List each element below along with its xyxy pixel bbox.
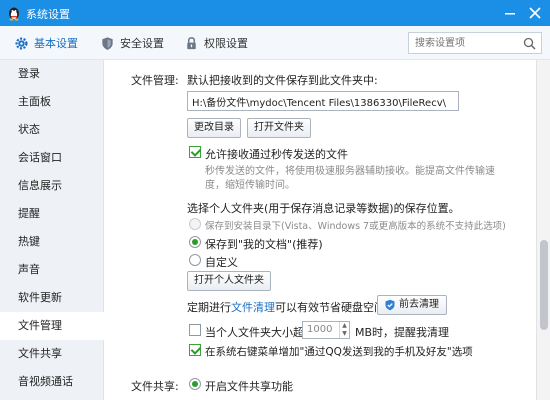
tab-label: 权限设置 xyxy=(204,37,248,50)
save-to-my-documents-label: 保存到"我的文档"(推荐) xyxy=(205,238,323,251)
open-folder-button[interactable]: 打开文件夹 xyxy=(247,118,311,138)
size-limit-value: 1000 xyxy=(307,324,333,335)
personal-folder-description: 选择个人文件夹(用于保存消息记录等数据)的保存位置。 xyxy=(187,202,460,215)
search-icon[interactable] xyxy=(523,37,536,50)
instant-transfer-note-line-2: 度，缩短传输时间。 xyxy=(205,180,295,191)
allow-instant-transfer-label: 允许接收通过秒传发送的文件 xyxy=(205,148,348,161)
size-limit-suffix: MB时，提醒我清理 xyxy=(355,326,450,339)
stepper-arrows-icon[interactable]: ▲ ▼ xyxy=(339,322,349,338)
content-scrollbar[interactable] xyxy=(536,60,550,400)
sidebar-item-chat-window[interactable]: 会话窗口 xyxy=(0,144,104,172)
sidebar-item-av-calls[interactable]: 音视频通话 xyxy=(0,368,104,396)
tab-basic-settings[interactable]: 基本设置 xyxy=(14,34,78,52)
change-directory-button[interactable]: 更改目录 xyxy=(187,118,241,138)
settings-content: 文件管理: 默认把接收到的文件保存到此文件夹中: 更改目录 打开文件夹 允许接收… xyxy=(105,60,536,400)
qq-penguin-icon xyxy=(9,7,19,21)
allow-instant-transfer-checkbox[interactable] xyxy=(189,146,201,158)
lock-icon xyxy=(187,36,196,49)
shield-check-icon xyxy=(385,299,395,311)
file-cleanup-link[interactable]: 文件清理 xyxy=(231,301,275,314)
window-title: 系统设置 xyxy=(26,8,70,21)
sidebar-item-status[interactable]: 状态 xyxy=(0,116,104,144)
save-to-my-documents-radio[interactable] xyxy=(189,236,201,248)
file-sharing-section-label: 文件共享: xyxy=(131,380,179,393)
search-input[interactable] xyxy=(415,36,515,50)
save-to-install-dir-radio[interactable] xyxy=(189,218,201,230)
go-cleanup-label: 前去清理 xyxy=(399,299,439,310)
custom-location-radio[interactable] xyxy=(189,254,201,266)
enable-file-sharing-radio[interactable] xyxy=(189,378,201,390)
sidebar-item-info-display[interactable]: 信息展示 xyxy=(0,172,104,200)
sidebar-item-sound[interactable]: 声音 xyxy=(0,256,104,284)
open-personal-folder-button[interactable]: 打开个人文件夹 xyxy=(187,271,271,291)
sidebar-item-reminders[interactable]: 提醒 xyxy=(0,200,104,228)
enable-file-sharing-label: 开启文件共享功能 xyxy=(205,380,293,393)
sidebar-item-hotkeys[interactable]: 热键 xyxy=(0,228,104,256)
sidebar-item-file-management[interactable]: 文件管理 xyxy=(0,312,105,340)
settings-tab-bar: 基本设置 安全设置 权限设置 xyxy=(0,26,550,60)
sidebar-item-main-panel[interactable]: 主面板 xyxy=(0,88,104,116)
size-limit-prefix: 当个人文件夹大小超过 xyxy=(205,326,315,339)
go-cleanup-button[interactable]: 前去清理 xyxy=(377,295,447,315)
title-bar: 系统设置 xyxy=(0,0,550,26)
context-menu-option-label: 在系统右键菜单增加"通过QQ发送到我的手机及好友"选项 xyxy=(205,346,473,358)
tab-security-settings[interactable]: 安全设置 xyxy=(100,34,164,52)
context-menu-option-checkbox[interactable] xyxy=(189,344,201,356)
save-folder-description: 默认把接收到的文件保存到此文件夹中: xyxy=(187,74,378,87)
custom-location-label: 自定义 xyxy=(205,256,238,269)
cleanup-description: 定期进行文件清理可以有效节省硬盘空间。 xyxy=(187,299,396,315)
sidebar-item-file-sharing[interactable]: 文件共享 xyxy=(0,340,104,368)
minimize-icon[interactable] xyxy=(499,2,521,24)
receive-folder-path-field[interactable] xyxy=(187,91,459,111)
size-limit-stepper[interactable]: 1000 ▲ ▼ xyxy=(302,321,350,339)
tab-label: 安全设置 xyxy=(120,37,164,50)
file-management-section-label: 文件管理: xyxy=(131,74,179,87)
settings-search-box[interactable] xyxy=(408,32,542,54)
save-to-install-dir-label: 保存到安装目录下(Vista、Windows 7或更高版本的系统不支持此选项) xyxy=(205,221,506,232)
cleanup-prefix-text: 定期进行 xyxy=(187,301,231,314)
instant-transfer-note-line-1: 秒传发送的文件，将使用极速服务器辅助接收。能提高文件传输速 xyxy=(205,166,495,177)
scrollbar-thumb[interactable] xyxy=(540,240,548,330)
tab-label: 基本设置 xyxy=(34,37,78,50)
gear-icon xyxy=(15,37,28,49)
sidebar-item-login[interactable]: 登录 xyxy=(0,60,104,88)
size-limit-checkbox[interactable] xyxy=(189,324,201,336)
tab-permission-settings[interactable]: 权限设置 xyxy=(184,34,248,52)
settings-sidebar: 登录 主面板 状态 会话窗口 信息展示 提醒 热键 声音 软件更新 文件管理 文… xyxy=(0,60,105,400)
sidebar-item-software-update[interactable]: 软件更新 xyxy=(0,284,104,312)
close-icon[interactable] xyxy=(524,2,546,24)
shield-icon xyxy=(102,36,113,50)
